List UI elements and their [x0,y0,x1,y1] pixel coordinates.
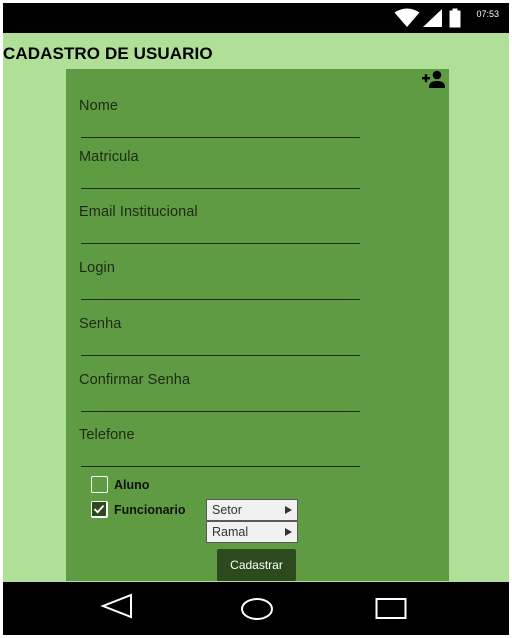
student-checkbox-row[interactable]: Aluno [91,476,149,493]
login-field[interactable]: Login [79,260,360,300]
status-bar: 07:53 [3,3,509,33]
password-field-underline [81,355,360,356]
name-field[interactable]: Nome [79,98,360,138]
recents-icon[interactable] [374,592,408,620]
checkmark-icon [92,502,106,516]
back-icon[interactable] [100,592,134,620]
student-checkbox-label: Aluno [114,477,150,492]
submenu-arrow-icon [285,506,292,514]
sector-menu-item[interactable]: Setor [206,499,298,521]
institutional-email-field[interactable]: Email Institucional [79,204,360,244]
phone-field-label: Telefone [79,427,135,443]
employee-checkbox[interactable] [91,501,108,518]
home-icon[interactable] [240,592,274,620]
password-field-label: Senha [79,316,122,332]
registration-number-field-underline [81,188,360,189]
password-field[interactable]: Senha [79,316,360,356]
institutional-email-field-label: Email Institucional [79,204,198,220]
status-time: 07:53 [476,9,499,19]
registration-form-card: Nome Matricula Email Institucional Login… [66,69,449,581]
confirm-password-field[interactable]: Confirmar Senha [79,372,360,412]
navigation-bar [3,582,509,635]
add-person-icon[interactable] [420,70,446,90]
status-icons: 07:53 [394,7,499,29]
wifi-icon [394,8,420,27]
employee-checkbox-label: Funcionario [114,502,186,517]
registration-number-field-label: Matricula [79,149,139,165]
phone-field[interactable]: Telefone [79,427,360,467]
employee-checkbox-row[interactable]: Funcionario [91,501,186,518]
sector-menu-item-label: Setor [212,503,242,517]
register-button[interactable]: Cadastrar [217,549,296,581]
signal-icon [423,9,443,27]
extension-menu-item[interactable]: Ramal [206,521,298,543]
confirm-password-field-label: Confirmar Senha [79,372,191,388]
extension-menu-item-label: Ramal [212,525,249,539]
login-field-label: Login [79,260,115,276]
phone-field-underline [81,466,360,467]
institutional-email-field-underline [81,243,360,244]
submenu-arrow-icon [285,528,292,536]
name-field-label: Nome [79,98,119,114]
battery-icon [449,8,461,28]
registration-number-field[interactable]: Matricula [79,149,360,189]
login-field-underline [81,299,360,300]
student-checkbox[interactable] [91,476,108,493]
name-field-underline [81,137,360,138]
app-screen: 07:53 CADASTRO DE USUARIO Nome Matricula… [3,3,509,635]
confirm-password-field-underline [81,411,360,412]
page-title: CADASTRO DE USUARIO [3,44,213,63]
